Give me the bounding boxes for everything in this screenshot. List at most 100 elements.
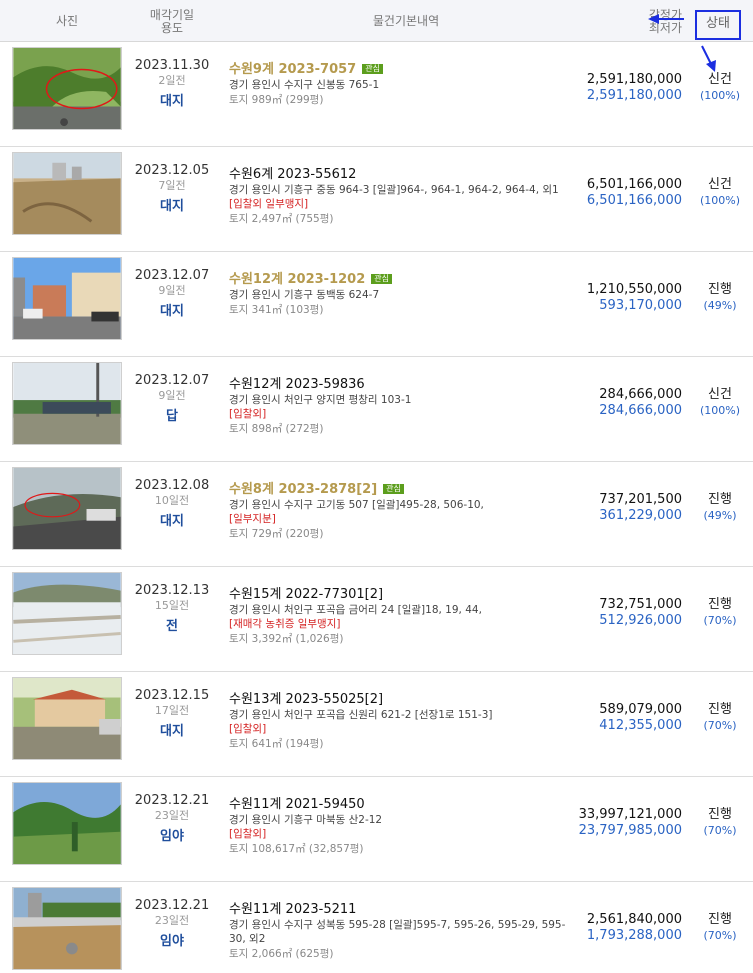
- case-number-link[interactable]: 수원11계 2023-5211: [229, 902, 579, 918]
- price-ratio: (70%): [703, 929, 737, 942]
- sale-date: 2023.12.05: [134, 163, 210, 178]
- case-number-link[interactable]: 수원13계 2023-55025[2]: [229, 692, 579, 708]
- property-description: 수원6계 2023-55612 경기 용인시 기흥구 중동 964-3 [일괄]9…: [229, 167, 579, 227]
- property-address: 경기 용인시 기흥구 마북동 산2-12: [229, 814, 383, 826]
- days-remaining: 15일전: [154, 599, 190, 612]
- land-use: 임야: [160, 829, 184, 844]
- appraisal-price: 732,751,000: [599, 597, 682, 612]
- price-cell: 1,210,550,000 593,170,000: [560, 282, 682, 314]
- table-row[interactable]: 2023.12.07 9일전 대지 수원12계 2023-1202 관심경기 용인시 기…: [0, 252, 753, 357]
- table-row[interactable]: 2023.11.30 2일전 대지 수원9계 2023-7057 관심 경기 용인시 수지…: [0, 42, 753, 147]
- property-photo[interactable]: [12, 887, 122, 970]
- land-area: 토지 898㎡ (272평): [229, 423, 324, 435]
- case-number[interactable]: 수원11계 2023-5211: [229, 902, 356, 917]
- table-header: 사진 매각기일 용도 물건기본내역 감정가 최저가 상태: [0, 0, 753, 42]
- price-cell: 33,997,121,000 23,797,985,000: [560, 807, 682, 839]
- case-number[interactable]: 수원9계 2023-7057: [229, 62, 356, 77]
- special-conditions: [재매각 농취증 일부맹지]: [229, 618, 341, 630]
- days-remaining: 7일전: [158, 179, 186, 192]
- property-address: 경기 용인시 처인구 양지면 평창리 103-1: [229, 394, 412, 406]
- table-row[interactable]: 2023.12.13 15일전 전 수원15계 2022-77301[2] 경기 용인시…: [0, 567, 753, 672]
- land-use: 대지: [160, 724, 184, 739]
- date-use-cell: 2023.12.08 10일전 대지: [132, 478, 212, 530]
- table-row[interactable]: 2023.12.15 17일전대지 수원13계 2023-55025[2] 경기 용인…: [0, 672, 753, 777]
- auction-status: 진행: [708, 807, 732, 822]
- date-use-cell: 2023.12.07 9일전 대지: [132, 268, 212, 320]
- property-photo[interactable]: [12, 467, 122, 550]
- minimum-price: 361,229,000: [599, 508, 682, 523]
- table-row[interactable]: 2023.12.08 10일전 대지 수원8계 2023-2878[2] 관심 경기 용인…: [0, 462, 753, 567]
- case-number[interactable]: 수원12계 2023-59836: [229, 377, 365, 392]
- property-description: 수원9계 2023-7057 관심 경기 용인시 수지구 신봉동 765-1 토지 9…: [229, 62, 579, 108]
- property-address: 경기 용인시 기흥구 동백동 624-7: [229, 289, 380, 301]
- days-remaining: 17일전: [154, 704, 190, 717]
- appraisal-price: 284,666,000: [599, 387, 682, 402]
- appraisal-price: 1,210,550,000: [586, 282, 682, 297]
- table-row[interactable]: 2023.12.21 23일전 임야 수원11계 2023-5211 경기 용인시 수지…: [0, 882, 753, 973]
- price-ratio: (100%): [699, 89, 741, 102]
- case-number[interactable]: 수원11계 2021-59450: [229, 797, 365, 812]
- property-address: 경기 용인시 기흥구 중동 964-3 [일괄]964-, 964-1, 964…: [229, 184, 559, 196]
- special-conditions: [일부지분]: [229, 513, 276, 525]
- appraisal-price: 2,591,180,000: [586, 72, 682, 87]
- auction-status: 신건: [708, 177, 732, 192]
- property-photo[interactable]: [12, 47, 122, 130]
- sale-date: 2023.11.30: [134, 58, 210, 73]
- auction-status: 진행: [708, 492, 732, 507]
- case-number[interactable]: 수원15계 2022-77301[2]: [229, 587, 383, 602]
- table-row[interactable]: 2023.12.07 9일전 답 수원12계 2023-59836 경기 용인시 처인구…: [0, 357, 753, 462]
- interest-badge: 관심: [371, 274, 392, 284]
- status-cell: 신건 (100%): [692, 387, 748, 419]
- interest-badge: 관심: [362, 64, 383, 74]
- header-status[interactable]: 상태: [695, 10, 741, 40]
- property-photo[interactable]: [12, 572, 122, 655]
- case-number[interactable]: 수원6계 2023-55612: [229, 167, 356, 182]
- minimum-price: 593,170,000: [599, 298, 682, 313]
- price-cell: 6,501,166,000 6,501,166,000: [560, 177, 682, 209]
- minimum-price: 2,591,180,000: [586, 88, 682, 103]
- case-number[interactable]: 수원8계 2023-2878[2]: [229, 482, 377, 497]
- minimum-price: 512,926,000: [599, 613, 682, 628]
- property-photo[interactable]: [12, 152, 122, 235]
- table-row[interactable]: 2023.12.21 23일전 임야 수원11계 2021-59450 경기 용인시 기…: [0, 777, 753, 882]
- status-cell: 신건 (100%): [692, 177, 748, 209]
- price-ratio: (49%): [703, 509, 737, 522]
- property-photo[interactable]: [12, 362, 122, 445]
- property-photo[interactable]: [12, 677, 122, 760]
- case-number-link[interactable]: 수원6계 2023-55612: [229, 167, 579, 183]
- date-use-cell: 2023.12.21 23일전 임야: [132, 898, 212, 950]
- auction-status: 진행: [708, 702, 732, 717]
- sale-date: 2023.12.13: [134, 583, 210, 598]
- sale-date: 2023.12.21: [134, 793, 210, 808]
- case-number-link[interactable]: 수원9계 2023-7057 관심: [229, 62, 579, 78]
- case-number-link[interactable]: 수원11계 2021-59450: [229, 797, 579, 813]
- status-cell: 진행 (49%): [692, 492, 748, 524]
- property-photo[interactable]: [12, 782, 122, 865]
- property-description: 수원13계 2023-55025[2] 경기 용인시 처인구 포곡읍 신원리 62…: [229, 692, 579, 752]
- case-number-link[interactable]: 수원8계 2023-2878[2] 관심: [229, 482, 579, 498]
- case-number[interactable]: 수원13계 2023-55025[2]: [229, 692, 383, 707]
- price-ratio: (70%): [703, 614, 737, 627]
- days-remaining: 10일전: [154, 494, 190, 507]
- auction-status: 진행: [708, 912, 732, 927]
- status-cell: 진행 (49%): [692, 282, 748, 314]
- special-conditions: [입찰외 일부맹지]: [229, 198, 309, 210]
- sale-date: 2023.12.15: [134, 688, 210, 703]
- sale-date: 2023.12.07: [134, 268, 210, 283]
- appraisal-price: 2,561,840,000: [586, 912, 682, 927]
- days-remaining: 23일전: [154, 914, 190, 927]
- appraisal-price: 33,997,121,000: [578, 807, 682, 822]
- case-number-link[interactable]: 수원12계 2023-1202 관심: [229, 272, 579, 288]
- property-description: 수원15계 2022-77301[2] 경기 용인시 처인구 포곡읍 금어리 24…: [229, 587, 579, 647]
- price-cell: 737,201,500 361,229,000: [560, 492, 682, 524]
- case-number-link[interactable]: 수원12계 2023-59836: [229, 377, 579, 393]
- property-photo[interactable]: [12, 257, 122, 340]
- case-number[interactable]: 수원12계 2023-1202: [229, 272, 365, 287]
- sale-date: 2023.12.07: [134, 373, 210, 388]
- case-number-link[interactable]: 수원15계 2022-77301[2]: [229, 587, 579, 603]
- land-use: 대지: [160, 304, 184, 319]
- minimum-price: 23,797,985,000: [578, 823, 682, 838]
- table-row[interactable]: 2023.12.05 7일전 대지 수원6계 2023-55612 경기 용인시 기흥구…: [0, 147, 753, 252]
- property-description: 수원11계 2023-5211 경기 용인시 수지구 성복동 595-28 [일괄…: [229, 902, 579, 962]
- status-cell: 진행 (70%): [692, 597, 748, 629]
